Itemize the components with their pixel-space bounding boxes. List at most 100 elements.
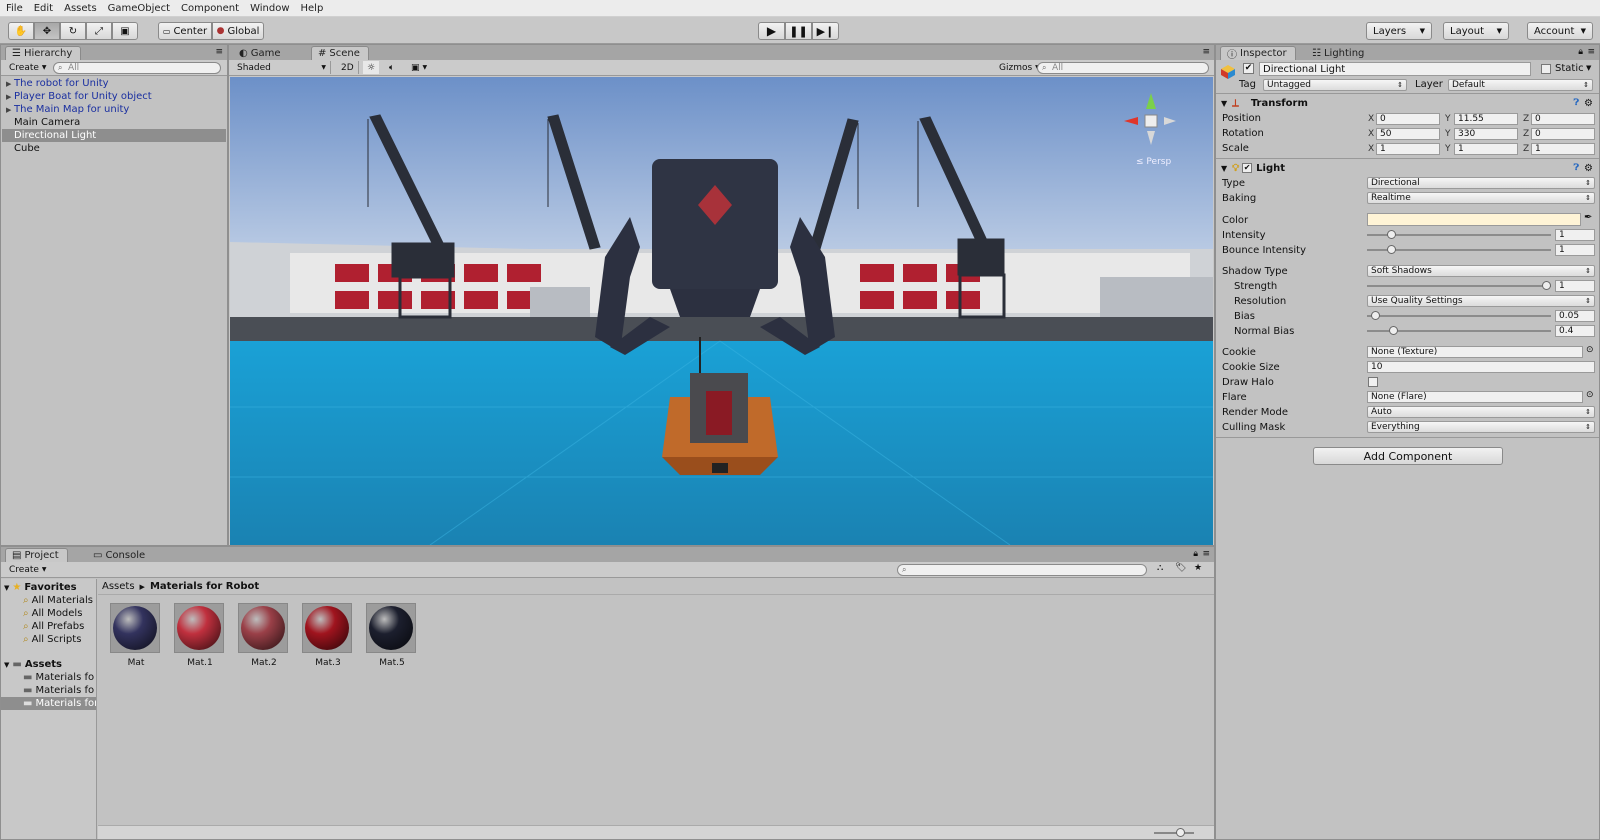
tab-game[interactable]: ◐ Game — [233, 46, 289, 60]
menu-component[interactable]: Component — [181, 3, 239, 14]
asset-folder[interactable]: ▬ Materials for — [23, 684, 95, 697]
layers-dropdown[interactable]: Layers ▼ — [1366, 22, 1432, 40]
scene-lighting-toggle[interactable]: ☼ — [363, 61, 380, 74]
favorite-item[interactable]: ⌕ All Scripts — [23, 633, 81, 646]
material-asset[interactable]: Mat.2 — [238, 603, 290, 668]
bounce-intensity-slider[interactable] — [1367, 244, 1551, 256]
breadcrumb-current[interactable]: Materials for Robot — [150, 581, 259, 592]
hierarchy-item[interactable]: ▶ The robot for Unity — [2, 77, 226, 90]
active-checkbox[interactable]: ✔ — [1243, 63, 1254, 74]
assets-node[interactable]: ▼ ▬ Assets — [4, 658, 62, 671]
menu-window[interactable]: Window — [250, 3, 289, 14]
tab-console[interactable]: ▭ Console — [87, 548, 153, 562]
rect-tool-button[interactable]: ▣ — [112, 22, 138, 40]
triangle-right-icon[interactable]: ▶ — [6, 80, 11, 88]
light-type-dropdown[interactable]: Directional ⇕ — [1367, 177, 1595, 189]
menu-assets[interactable]: Assets — [64, 3, 97, 14]
eyedropper-icon[interactable]: ✒ — [1584, 212, 1592, 223]
add-component-button[interactable]: Add Component — [1313, 447, 1503, 465]
rotation-y-field[interactable]: 330 — [1454, 128, 1518, 140]
position-y-field[interactable]: 11.55 — [1454, 113, 1518, 125]
bounce-intensity-field[interactable]: 1 — [1555, 244, 1595, 256]
breadcrumb-root[interactable]: Assets — [102, 581, 135, 592]
static-checkbox[interactable] — [1541, 64, 1551, 74]
layer-dropdown[interactable]: Default ⇕ — [1448, 79, 1593, 91]
2d-toggle[interactable]: 2D — [337, 61, 359, 74]
bias-slider[interactable] — [1367, 310, 1551, 322]
scene-audio-toggle[interactable]: 🔈︎ — [385, 61, 398, 74]
project-search-input[interactable]: ⌕ — [897, 564, 1147, 576]
object-picker-icon[interactable]: ⊙ — [1586, 390, 1594, 400]
transform-header[interactable]: ▼ ⟂ Transform ❓︎ ⚙ — [1216, 95, 1599, 111]
light-header[interactable]: ▼ 💡︎ ✔ Light ❓︎ ⚙ — [1216, 160, 1599, 176]
tab-project[interactable]: ▤ Project — [5, 548, 68, 562]
position-x-field[interactable]: 0 — [1376, 113, 1440, 125]
scene-effects-dropdown[interactable]: ▣ ▼ — [407, 61, 431, 74]
static-dropdown-icon[interactable]: ▼ — [1586, 64, 1591, 72]
panel-menu-icon[interactable]: ≡ — [1202, 47, 1210, 57]
hierarchy-item[interactable]: Main Camera — [2, 116, 226, 129]
draw-halo-checkbox[interactable] — [1368, 377, 1378, 387]
gear-icon[interactable]: ⚙ — [1584, 98, 1593, 109]
tab-hierarchy[interactable]: ☰ Hierarchy — [5, 46, 82, 60]
flare-field[interactable]: None (Flare) — [1367, 391, 1583, 403]
asset-folder[interactable]: ▬ Materials for — [23, 671, 95, 684]
lock-icon[interactable]: 🔒︎ — [1193, 549, 1198, 559]
menu-file[interactable]: File — [6, 3, 23, 14]
hierarchy-item[interactable]: ▶ Player Boat for Unity object — [2, 90, 226, 103]
shadow-resolution-dropdown[interactable]: Use Quality Settings ⇕ — [1367, 295, 1595, 307]
pivot-global-toggle[interactable]: ● Global — [212, 22, 264, 40]
intensity-field[interactable]: 1 — [1555, 229, 1595, 241]
material-asset[interactable]: Mat.5 — [366, 603, 418, 668]
tab-scene[interactable]: # Scene — [311, 46, 369, 60]
persp-label[interactable]: ≤ Persp — [1136, 157, 1171, 167]
help-icon[interactable]: ❓︎ — [1574, 98, 1579, 108]
light-color-swatch[interactable] — [1367, 213, 1581, 226]
account-dropdown[interactable]: Account ▼ — [1527, 22, 1593, 40]
gear-icon[interactable]: ⚙ — [1584, 163, 1593, 174]
hierarchy-search-input[interactable]: ⌕ All — [53, 62, 221, 74]
position-z-field[interactable]: 0 — [1531, 113, 1595, 125]
star-icon[interactable]: ★ — [1194, 563, 1202, 573]
object-name-field[interactable]: Directional Light — [1259, 62, 1531, 76]
project-create-button[interactable]: Create ▼ — [5, 563, 51, 576]
scene-viewport[interactable]: ≤ Persp — [230, 77, 1213, 545]
menu-gameobject[interactable]: GameObject — [108, 3, 170, 14]
label-icon[interactable]: 🏷︎ — [1175, 563, 1186, 573]
filter-type-icon[interactable]: ⛬ — [1157, 563, 1163, 573]
rotate-tool-button[interactable]: ↻ — [60, 22, 86, 40]
rotation-x-field[interactable]: 50 — [1376, 128, 1440, 140]
scene-search-input[interactable]: ⌕ All — [1037, 62, 1209, 74]
render-mode-dropdown[interactable]: Auto ⇕ — [1367, 406, 1595, 418]
tab-lighting[interactable]: ☷ Lighting — [1306, 46, 1372, 60]
asset-folder-selected[interactable]: ▬ Materials for — [1, 697, 96, 710]
shadow-strength-slider[interactable] — [1367, 280, 1551, 292]
favorites-node[interactable]: ▼ ★ Favorites — [4, 581, 77, 594]
help-icon[interactable]: ❓︎ — [1574, 163, 1579, 173]
menu-help[interactable]: Help — [301, 3, 324, 14]
scale-y-field[interactable]: 1 — [1454, 143, 1518, 155]
menu-edit[interactable]: Edit — [34, 3, 53, 14]
intensity-slider[interactable] — [1367, 229, 1551, 241]
shadow-strength-field[interactable]: 1 — [1555, 280, 1595, 292]
panel-menu-icon[interactable]: ≡ — [1587, 47, 1595, 57]
scale-x-field[interactable]: 1 — [1376, 143, 1440, 155]
favorite-item[interactable]: ⌕ All Models — [23, 607, 82, 620]
baking-dropdown[interactable]: Realtime ⇕ — [1367, 192, 1595, 204]
tab-inspector[interactable]: ⓘ Inspector — [1220, 46, 1296, 61]
favorite-item[interactable]: ⌕ All Prefabs — [23, 620, 84, 633]
normal-bias-field[interactable]: 0.4 — [1555, 325, 1595, 337]
lock-icon[interactable]: 🔒︎ — [1578, 47, 1583, 57]
triangle-right-icon[interactable]: ▶ — [6, 93, 11, 101]
material-asset[interactable]: Mat.3 — [302, 603, 354, 668]
orientation-gizmo[interactable] — [1118, 89, 1178, 149]
material-asset[interactable]: Mat — [110, 603, 162, 668]
scale-tool-button[interactable]: ⤢ — [86, 22, 112, 40]
play-button[interactable]: ▶ — [758, 22, 785, 40]
hierarchy-create-button[interactable]: Create ▼ — [5, 61, 51, 74]
scale-z-field[interactable]: 1 — [1531, 143, 1595, 155]
normal-bias-slider[interactable] — [1367, 325, 1551, 337]
hand-tool-button[interactable]: ✋ — [8, 22, 34, 40]
icon-size-slider[interactable] — [1154, 828, 1194, 837]
tag-dropdown[interactable]: Untagged ⇕ — [1263, 79, 1407, 91]
